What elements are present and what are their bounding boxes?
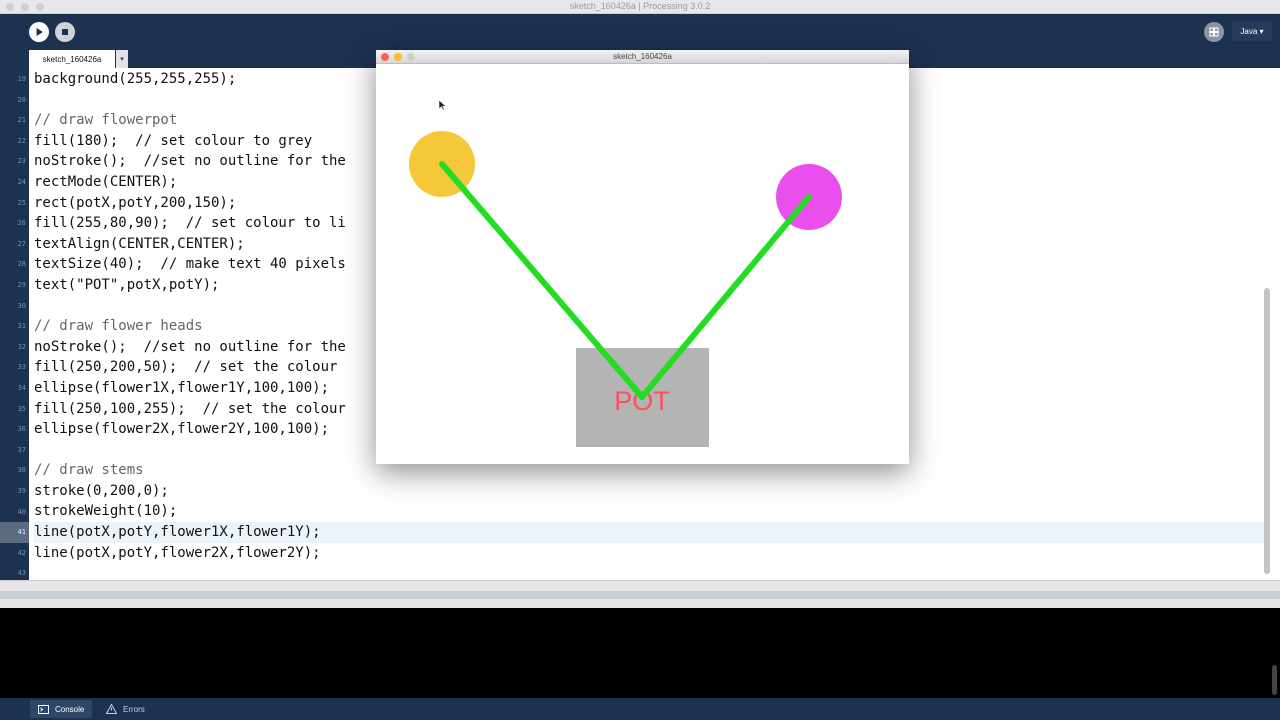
line-number: 39: [17, 487, 26, 495]
console-tab-label: Console: [55, 704, 85, 714]
line-number: 41: [0, 522, 29, 543]
window-titlebar: sketch_160426a | Processing 3.0.2: [0, 0, 1280, 14]
editor-scrollbar[interactable]: [1264, 288, 1270, 574]
line-number: 29: [17, 281, 26, 289]
errors-tab[interactable]: Errors: [98, 700, 153, 718]
mouse-cursor-icon: [438, 99, 447, 111]
line-number: 30: [17, 301, 26, 310]
console-tab[interactable]: Console: [30, 700, 93, 718]
line-number: 33: [17, 363, 26, 372]
sketch-window[interactable]: sketch_160426a POT: [376, 50, 909, 464]
line-number: 36: [17, 425, 26, 434]
line-number: 25: [17, 198, 26, 207]
warning-icon: [106, 704, 117, 714]
pot-label: POT: [614, 386, 670, 416]
code-line[interactable]: line(potX,potY,flower2X,flower2Y);: [34, 543, 1264, 564]
stop-button[interactable]: [55, 22, 75, 42]
tab-menu-button[interactable]: ▾: [116, 50, 128, 68]
code-line[interactable]: stroke(0,200,0);: [34, 481, 1264, 502]
editor-console-divider[interactable]: [0, 580, 1280, 608]
line-number: 38: [17, 466, 26, 475]
stem-right: [639, 194, 812, 400]
errors-tab-label: Errors: [123, 704, 145, 714]
console-scrollbar[interactable]: [1272, 665, 1277, 695]
line-number: 21: [17, 116, 26, 125]
sketch-titlebar[interactable]: sketch_160426a: [376, 50, 909, 64]
line-number: 37: [17, 445, 26, 454]
divider-bar[interactable]: [0, 591, 1280, 599]
line-number: 40: [17, 507, 26, 516]
tab-sketch[interactable]: sketch_160426a: [29, 50, 115, 68]
footer-bar: Console Errors: [0, 698, 1280, 720]
line-number: 32: [17, 342, 26, 351]
line-number: 34: [17, 384, 26, 392]
debug-button[interactable]: [1204, 22, 1224, 42]
run-button[interactable]: [29, 22, 49, 42]
line-number: 31: [17, 322, 26, 331]
window-title: sketch_160426a | Processing 3.0.2: [569, 1, 711, 11]
debugger-icon: [1209, 27, 1219, 37]
mode-selector[interactable]: Java ▾: [1232, 21, 1272, 41]
line-number: 24: [17, 178, 26, 186]
line-number: 22: [17, 136, 26, 145]
line-number: 23: [17, 157, 26, 166]
stop-icon: [62, 29, 68, 35]
play-icon: [36, 28, 43, 36]
line-number: 19: [17, 75, 26, 83]
code-line[interactable]: strokeWeight(10);: [34, 501, 1264, 522]
line-number: 35: [17, 404, 26, 413]
line-number: 20: [17, 95, 26, 104]
console-icon: [38, 704, 49, 714]
stem-left: [439, 161, 645, 400]
line-number: 27: [17, 239, 26, 248]
line-number-gutter: 19 20 21 22 23 24 25 26 27 28 29 30 31 32 33 34 35 36 37 38…: [0, 68, 29, 580]
line-number: 42: [17, 548, 26, 557]
code-line[interactable]: line(potX,potY,flower1X,flower1Y);: [34, 522, 1264, 543]
line-number: 26: [17, 219, 26, 228]
sketch-window-title: sketch_160426a: [613, 52, 672, 61]
sketch-canvas[interactable]: POT: [376, 64, 909, 464]
console-area: [0, 608, 1280, 698]
line-number: 28: [17, 260, 26, 269]
